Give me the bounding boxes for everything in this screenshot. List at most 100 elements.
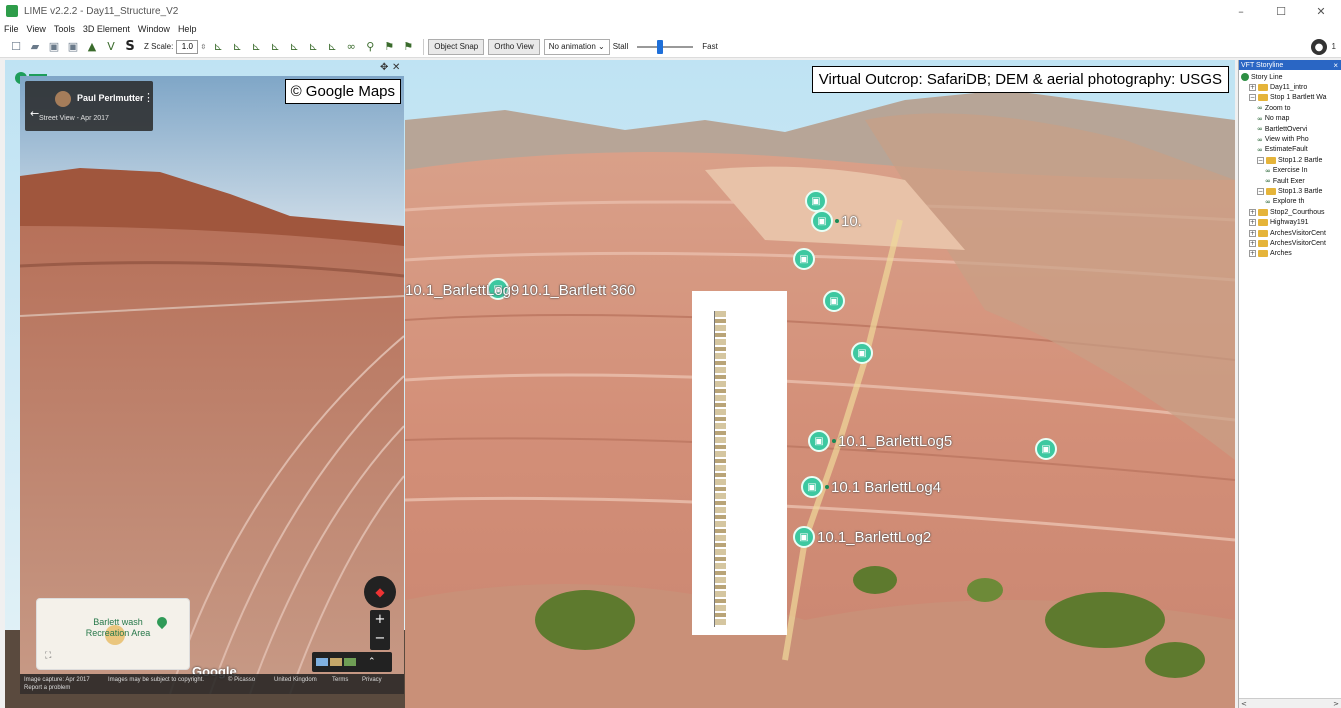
marker-barlettlog5[interactable]: ▣ 10.1_BarlettLog5: [808, 430, 952, 452]
speed-slider-thumb[interactable]: [657, 39, 664, 54]
marker-top-3[interactable]: ▣: [793, 248, 815, 270]
vg-icon[interactable]: V: [103, 39, 119, 55]
tree-item[interactable]: ∞ BartlettOvervi: [1239, 124, 1341, 134]
zscale-spinner-icon[interactable]: ⇳: [200, 43, 206, 51]
object-snap-button[interactable]: Object Snap: [428, 38, 485, 55]
zoom-in-icon[interactable]: +: [370, 610, 390, 629]
tree-item[interactable]: − Stop 1 Bartlett Wa: [1239, 93, 1341, 103]
menu-view[interactable]: View: [27, 24, 46, 34]
measure-tool-6-icon[interactable]: ⊾: [305, 39, 321, 55]
tree-item[interactable]: Story Line: [1239, 72, 1341, 82]
minimize-button[interactable]: –: [1221, 0, 1261, 22]
layers-control[interactable]: ⌃: [312, 652, 392, 672]
binoculars-icon[interactable]: ∞: [343, 39, 359, 55]
expand-icon[interactable]: +: [1249, 208, 1256, 216]
folder-icon: [1258, 250, 1268, 258]
marker-mid-1[interactable]: ▣: [823, 290, 845, 312]
speed-slider[interactable]: [637, 39, 694, 54]
tree-item[interactable]: ∞ Explore th: [1239, 197, 1341, 207]
marker-top-2[interactable]: ▣ 10.: [811, 210, 862, 232]
marker-cluster-top[interactable]: ▣: [805, 190, 827, 212]
menu-help[interactable]: Help: [178, 24, 197, 34]
layer-thumbnail[interactable]: [330, 658, 342, 666]
collapse-icon[interactable]: −: [1257, 187, 1264, 195]
photo-author[interactable]: Paul Perlmutter: [77, 93, 144, 103]
marker-label-group-1[interactable]: 10.1_BarlettLog9 10.1_Bartlett 360: [403, 282, 636, 299]
tree-item[interactable]: ∞ EstimateFault: [1239, 145, 1341, 155]
terrain-icon[interactable]: ▲: [84, 39, 100, 55]
measure-tool-5-icon[interactable]: ⊾: [286, 39, 302, 55]
marker-mid-2[interactable]: ▣: [851, 342, 873, 364]
export-icon[interactable]: ▣: [65, 39, 81, 55]
chevron-up-icon[interactable]: ⌃: [368, 657, 376, 667]
menu-3d-element[interactable]: 3D Element: [83, 24, 130, 34]
compass-icon[interactable]: ◆: [364, 576, 396, 608]
tree-item[interactable]: − Stop1.2 Bartle: [1239, 155, 1341, 165]
privacy-link[interactable]: Privacy: [362, 677, 382, 683]
scroll-left-icon[interactable]: <: [1241, 700, 1247, 708]
tree-item[interactable]: − Stop1.3 Bartle: [1239, 186, 1341, 196]
more-options-icon[interactable]: ⋮: [143, 91, 154, 104]
tree-item[interactable]: ∞ Exercise In: [1239, 166, 1341, 176]
zoom-out-icon[interactable]: −: [370, 629, 390, 648]
terms-link[interactable]: Terms: [332, 677, 348, 683]
marker-barlettlog4[interactable]: ▣ 10.1 BarlettLog4: [801, 476, 941, 498]
tree-item[interactable]: ∞ Fault Exer: [1239, 176, 1341, 186]
report-problem-link[interactable]: Report a problem: [24, 685, 70, 691]
horizontal-scrollbar[interactable]: < >: [1239, 698, 1341, 708]
zoom-control[interactable]: + −: [370, 610, 390, 650]
back-arrow-icon[interactable]: ←: [30, 107, 39, 120]
marker-icon[interactable]: ⚑: [400, 39, 416, 55]
measure-tool-1-icon[interactable]: ⊾: [210, 39, 226, 55]
s-tool-icon[interactable]: S: [122, 39, 138, 55]
scroll-right-icon[interactable]: >: [1333, 700, 1339, 708]
expand-icon[interactable]: +: [1249, 239, 1256, 247]
tree-item[interactable]: + ArchesVisitorCent: [1239, 228, 1341, 238]
resize-icon[interactable]: ✥: [380, 62, 388, 73]
maximize-button[interactable]: ☐: [1261, 0, 1301, 22]
measure-tool-4-icon[interactable]: ⊾: [267, 39, 283, 55]
import-icon[interactable]: ▣: [46, 39, 62, 55]
layer-thumbnail[interactable]: [316, 658, 328, 666]
tree-item[interactable]: + Arches: [1239, 249, 1341, 259]
close-button[interactable]: ✕: [1301, 0, 1341, 22]
tree-item[interactable]: ∞ Zoom to: [1239, 103, 1341, 113]
tree-item[interactable]: + Day11_intro: [1239, 82, 1341, 92]
measure-tool-2-icon[interactable]: ⊾: [229, 39, 245, 55]
collapse-icon[interactable]: −: [1249, 94, 1256, 102]
zscale-input[interactable]: 1.0: [176, 39, 199, 54]
tree-item[interactable]: + ArchesVisitorCent: [1239, 238, 1341, 248]
expand-map-icon[interactable]: ⛶: [45, 651, 51, 661]
expand-icon[interactable]: +: [1249, 229, 1256, 237]
marker-label: 10.1_BarlettLog2: [817, 528, 932, 546]
expand-icon[interactable]: +: [1249, 219, 1256, 227]
flag-icon[interactable]: ⚑: [381, 39, 397, 55]
marker-right[interactable]: ▣: [1035, 438, 1057, 460]
marker-barlettlog2[interactable]: ▣ 10.1_BarlettLog2: [793, 526, 931, 548]
animation-select[interactable]: No animation ⌄: [543, 38, 610, 55]
user-icon[interactable]: ●: [1311, 39, 1327, 55]
pin-icon[interactable]: ⚲: [362, 39, 378, 55]
tree-item[interactable]: + Stop2_Courthous: [1239, 207, 1341, 217]
close-overlay-icon[interactable]: ✕: [392, 62, 400, 73]
expand-icon[interactable]: +: [1249, 84, 1256, 92]
region-link[interactable]: United Kingdom: [274, 677, 317, 683]
expand-icon[interactable]: +: [1249, 250, 1256, 258]
ortho-view-button[interactable]: Ortho View: [488, 38, 540, 55]
tree-item[interactable]: ∞ No map: [1239, 114, 1341, 124]
measure-tool-7-icon[interactable]: ⊾: [324, 39, 340, 55]
panel-close-icon[interactable]: ×: [1333, 61, 1341, 70]
layer-thumbnail[interactable]: [344, 658, 356, 666]
open-folder-icon[interactable]: ▰: [27, 39, 43, 55]
menu-tools[interactable]: Tools: [54, 24, 75, 34]
menu-window[interactable]: Window: [138, 24, 170, 34]
menu-file[interactable]: File: [4, 24, 19, 34]
collapse-icon[interactable]: −: [1257, 156, 1264, 164]
stratigraphic-log-panel[interactable]: [692, 291, 787, 635]
street-view-panel[interactable]: ← Paul Perlmutter ⋮ Street View - Apr 20…: [20, 76, 404, 694]
tree-item[interactable]: ∞ View with Pho: [1239, 134, 1341, 144]
mini-map[interactable]: Barlett wash Recreation Area ⛶: [36, 598, 190, 670]
measure-tool-3-icon[interactable]: ⊾: [248, 39, 264, 55]
tree-item[interactable]: + Highway191: [1239, 217, 1341, 227]
new-file-icon[interactable]: ☐: [8, 39, 24, 55]
